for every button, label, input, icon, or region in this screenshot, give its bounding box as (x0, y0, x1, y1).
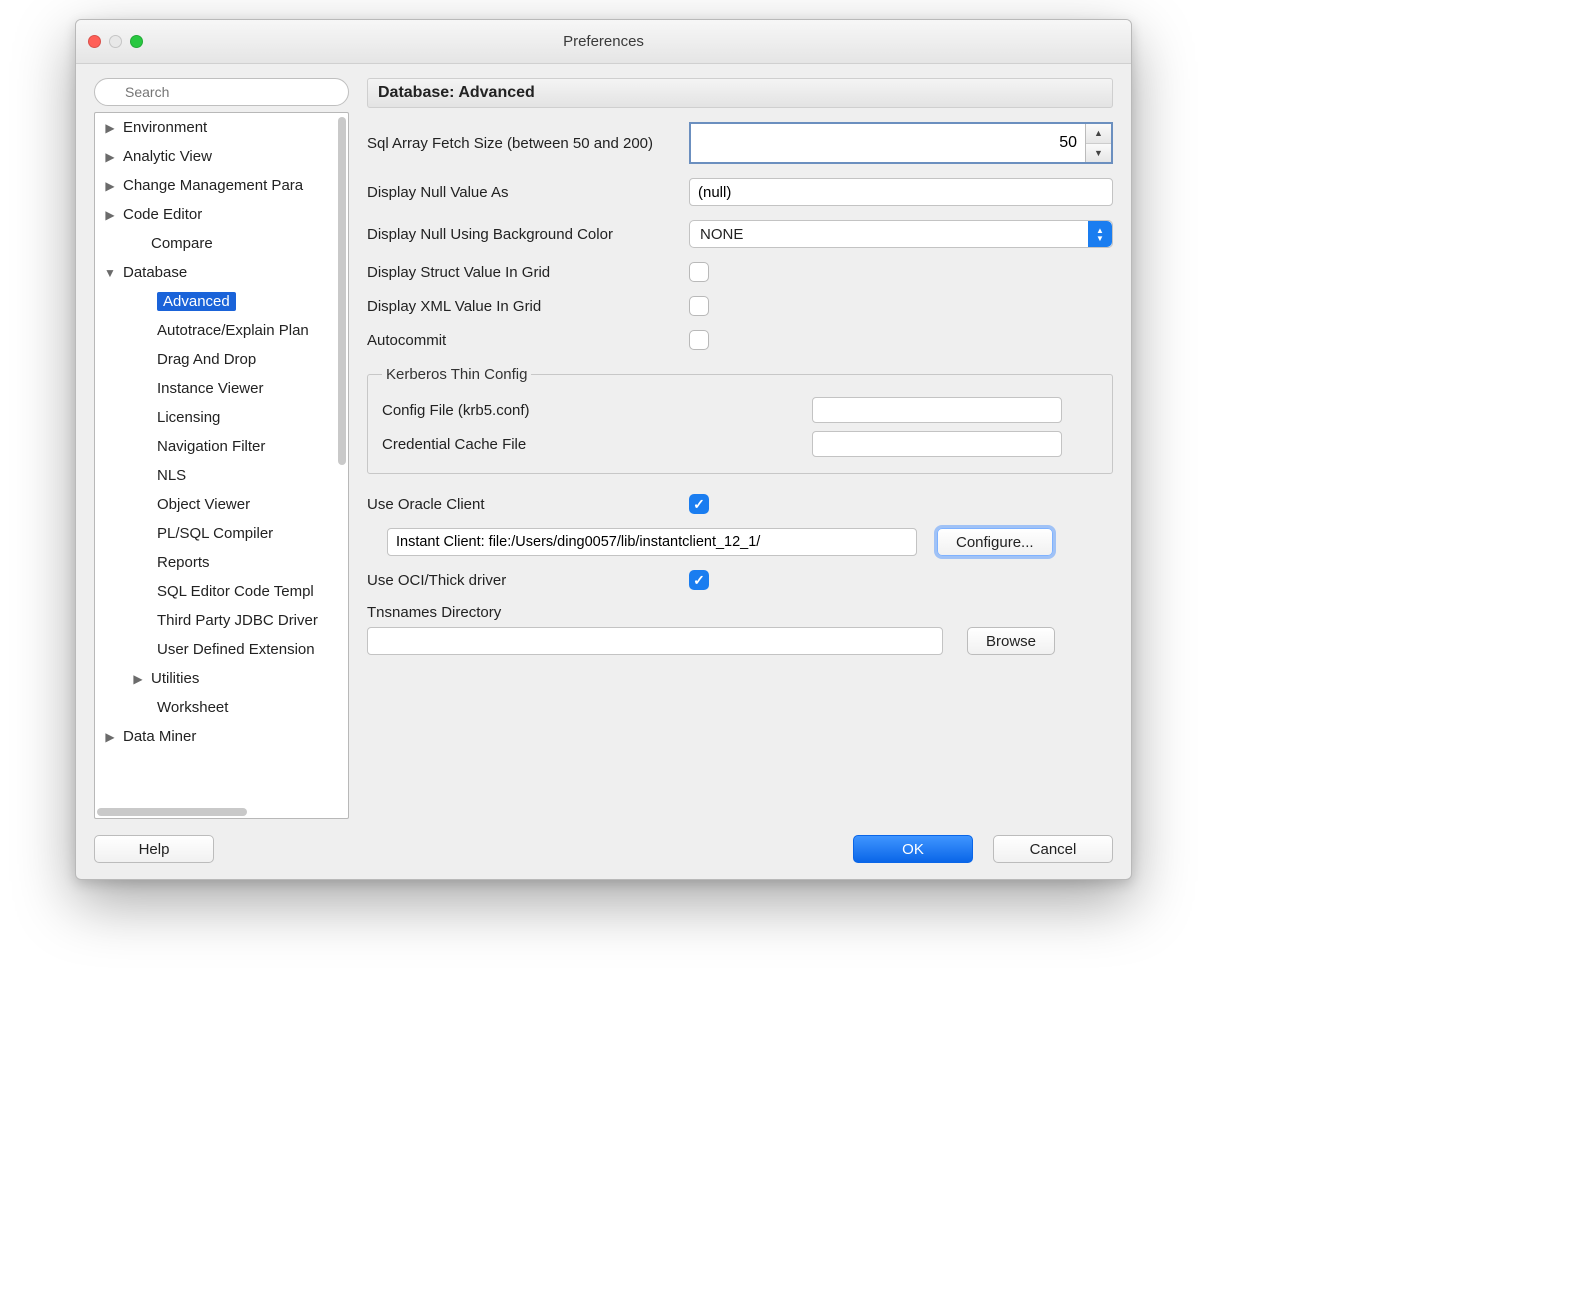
tnsnames-directory-input[interactable] (367, 627, 943, 655)
chevron-right-icon: ▶ (103, 179, 117, 193)
tree-item-change-management[interactable]: ▶Change Management Para (95, 171, 348, 200)
chevron-right-icon: ▶ (103, 121, 117, 135)
stepper-down-icon[interactable]: ▼ (1086, 144, 1111, 163)
kerberos-group: Kerberos Thin Config Config File (krb5.c… (367, 366, 1113, 474)
sidebar: ▶Environment ▶Analytic View ▶Change Mana… (94, 78, 349, 819)
tree-item-compare[interactable]: ▶Compare (95, 229, 348, 258)
panel-heading: Database: Advanced (367, 78, 1113, 108)
dialog-footer: Help OK Cancel (94, 835, 1113, 863)
fetch-size-input[interactable] (691, 124, 1085, 162)
titlebar: Preferences (76, 20, 1131, 64)
tree-item-object-viewer[interactable]: Object Viewer (95, 490, 348, 519)
krb-config-file-input[interactable] (812, 397, 1062, 423)
tree-item-worksheet[interactable]: Worksheet (95, 693, 348, 722)
display-null-value-input[interactable] (689, 178, 1113, 206)
label-autocommit: Autocommit (367, 332, 689, 349)
tree-item-advanced[interactable]: Advanced (95, 287, 348, 316)
category-tree: ▶Environment ▶Analytic View ▶Change Mana… (94, 112, 349, 819)
chevron-down-icon: ▼ (103, 266, 117, 280)
display-struct-checkbox[interactable] (689, 262, 709, 282)
label-krb-config: Config File (krb5.conf) (382, 402, 812, 419)
tree-item-database[interactable]: ▼Database (95, 258, 348, 287)
stepper-up-icon[interactable]: ▲ (1086, 124, 1111, 144)
search-input[interactable] (94, 78, 349, 106)
use-oracle-client-checkbox[interactable]: ✓ (689, 494, 709, 514)
tree-item-sql-editor-templates[interactable]: SQL Editor Code Templ (95, 577, 348, 606)
select-stepper-icon: ▲▼ (1088, 221, 1112, 247)
chevron-right-icon: ▶ (131, 672, 145, 686)
tree-item-reports[interactable]: Reports (95, 548, 348, 577)
search-field-wrap (94, 78, 349, 106)
label-xml-grid: Display XML Value In Grid (367, 298, 689, 315)
label-krb-cache: Credential Cache File (382, 436, 812, 453)
tree-item-user-defined-ext[interactable]: User Defined Extension (95, 635, 348, 664)
label-null-value: Display Null Value As (367, 184, 689, 201)
chevron-right-icon: ▶ (103, 730, 117, 744)
tree-item-licensing[interactable]: Licensing (95, 403, 348, 432)
tree-item-navigation-filter[interactable]: Navigation Filter (95, 432, 348, 461)
autocommit-checkbox[interactable] (689, 330, 709, 350)
display-null-bg-select[interactable]: NONE ▲▼ (689, 220, 1113, 248)
label-fetch-size: Sql Array Fetch Size (between 50 and 200… (367, 135, 689, 152)
tree-item-code-editor[interactable]: ▶Code Editor (95, 200, 348, 229)
label-use-oracle-client: Use Oracle Client (367, 496, 689, 513)
tree-item-plsql-compiler[interactable]: PL/SQL Compiler (95, 519, 348, 548)
chevron-right-icon: ▶ (103, 150, 117, 164)
tree-item-nls[interactable]: NLS (95, 461, 348, 490)
oracle-client-path-input[interactable] (387, 528, 917, 556)
tree-item-autotrace[interactable]: Autotrace/Explain Plan (95, 316, 348, 345)
preferences-window: Preferences ▶Environment ▶Analytic View … (75, 19, 1132, 880)
window-title: Preferences (76, 33, 1131, 50)
select-value: NONE (700, 226, 743, 243)
sql-array-fetch-size-spinner[interactable]: ▲ ▼ (689, 122, 1113, 164)
configure-button[interactable]: Configure... (937, 528, 1053, 556)
kerberos-legend: Kerberos Thin Config (382, 366, 531, 383)
settings-panel: Database: Advanced Sql Array Fetch Size … (367, 78, 1113, 819)
tree-item-data-miner[interactable]: ▶Data Miner (95, 722, 348, 751)
tree-vertical-scrollbar[interactable] (338, 117, 346, 465)
tree-item-utilities[interactable]: ▶Utilities (95, 664, 348, 693)
label-use-oci: Use OCI/Thick driver (367, 572, 689, 589)
help-button[interactable]: Help (94, 835, 214, 863)
label-tnsnames-dir: Tnsnames Directory (367, 604, 1113, 621)
chevron-right-icon: ▶ (103, 208, 117, 222)
tree-item-third-party-jdbc[interactable]: Third Party JDBC Driver (95, 606, 348, 635)
use-oci-checkbox[interactable]: ✓ (689, 570, 709, 590)
tree-item-drag-drop[interactable]: Drag And Drop (95, 345, 348, 374)
tree-item-instance-viewer[interactable]: Instance Viewer (95, 374, 348, 403)
label-struct-grid: Display Struct Value In Grid (367, 264, 689, 281)
krb-credential-cache-input[interactable] (812, 431, 1062, 457)
browse-button[interactable]: Browse (967, 627, 1055, 655)
display-xml-checkbox[interactable] (689, 296, 709, 316)
label-null-bg: Display Null Using Background Color (367, 226, 689, 243)
tree-horizontal-scrollbar[interactable] (97, 808, 247, 816)
cancel-button[interactable]: Cancel (993, 835, 1113, 863)
tree-item-analytic-view[interactable]: ▶Analytic View (95, 142, 348, 171)
ok-button[interactable]: OK (853, 835, 973, 863)
tree-item-environment[interactable]: ▶Environment (95, 113, 348, 142)
